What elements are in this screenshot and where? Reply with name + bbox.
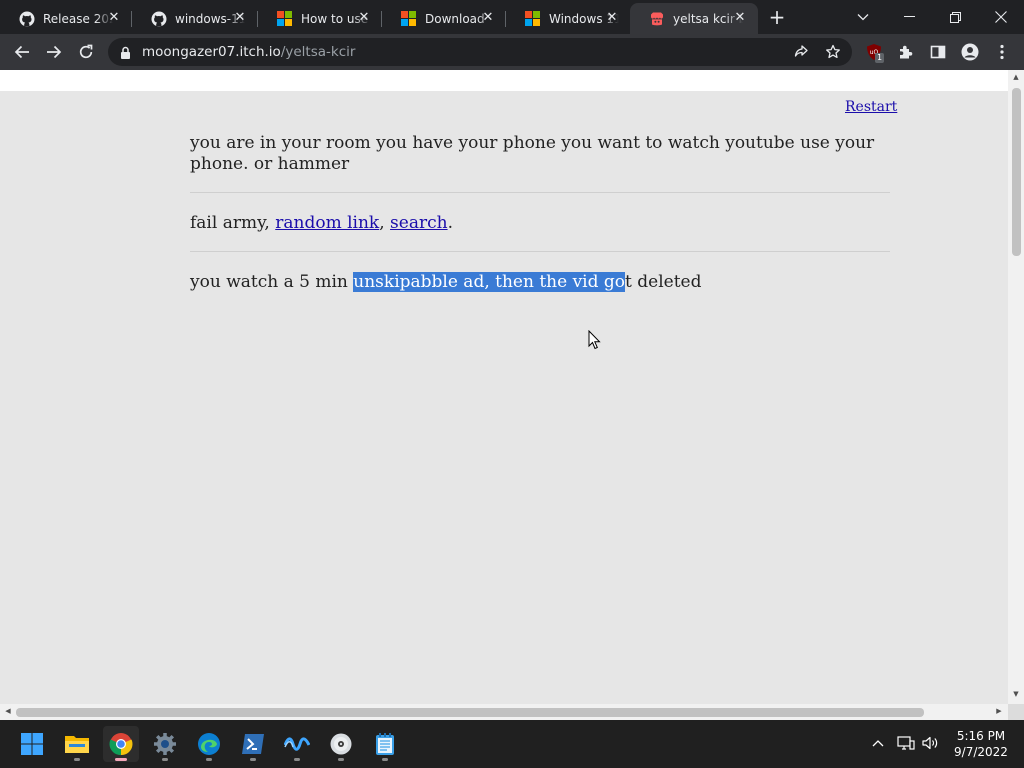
tab-search-chevron-icon[interactable] <box>840 0 886 34</box>
lock-icon[interactable] <box>120 45 131 64</box>
extensions-puzzle-icon[interactable] <box>894 40 918 64</box>
edge-icon[interactable] <box>191 726 227 762</box>
disc-icon[interactable] <box>323 726 359 762</box>
tab-download[interactable]: Download ✕ <box>382 3 506 34</box>
side-panel-icon[interactable] <box>926 40 950 64</box>
choice-prefix: fail army, <box>190 213 276 233</box>
passage-result: you watch a 5 min unskipabble ad, then t… <box>190 272 890 293</box>
forward-button[interactable] <box>42 40 66 64</box>
tab-title: Release 2022 <box>43 11 113 26</box>
file-explorer-icon[interactable] <box>59 726 95 762</box>
tab-release[interactable]: Release 2022 ✕ <box>0 3 132 34</box>
vertical-scrollbar[interactable]: ▲ ▼ <box>1008 70 1024 704</box>
monitor-app-icon[interactable] <box>279 726 315 762</box>
running-indicator <box>382 758 388 761</box>
passage-choices: fail army, random link, search. <box>190 213 890 234</box>
running-indicator <box>250 758 256 761</box>
tab-windows-repo[interactable]: windows-11 ✕ <box>132 3 258 34</box>
running-indicator <box>206 758 212 761</box>
reload-button[interactable] <box>74 40 98 64</box>
address-bar[interactable]: moongazer07.itch.io/yeltsa-kcir <box>108 38 852 66</box>
url-host: moongazer07.itch.io <box>142 44 281 60</box>
back-button[interactable] <box>10 40 34 64</box>
volume-icon[interactable] <box>920 732 940 754</box>
extension-badge: 1 <box>875 53 885 63</box>
tab-strip: Release 2022 ✕ windows-11 ✕ How to use ✕… <box>0 0 1024 34</box>
reload-icon <box>79 44 93 59</box>
story-passages: you are in your room you have your phone… <box>190 133 890 293</box>
scroll-left-icon[interactable]: ◀ <box>3 707 13 717</box>
minimize-icon[interactable] <box>886 0 932 34</box>
scroll-down-icon[interactable]: ▼ <box>1011 690 1021 700</box>
profile-avatar-icon[interactable] <box>958 40 982 64</box>
share-icon[interactable] <box>792 43 810 61</box>
github-icon <box>150 10 167 27</box>
close-tab-icon[interactable]: ✕ <box>732 10 748 26</box>
running-indicator <box>294 758 300 761</box>
close-tab-icon[interactable]: ✕ <box>480 10 496 26</box>
running-indicator <box>115 758 127 761</box>
close-tab-icon[interactable]: ✕ <box>356 10 372 26</box>
tab-how-to-use[interactable]: How to use ✕ <box>258 3 382 34</box>
vertical-scroll-thumb[interactable] <box>1012 88 1021 256</box>
choice-separator: , <box>379 213 391 233</box>
tray-chevron-up-icon[interactable] <box>868 732 888 754</box>
arrow-left-icon <box>14 45 29 59</box>
url-path: /yeltsa-kcir <box>280 44 356 60</box>
passage-divider <box>190 192 890 193</box>
selected-text: unskipabble ad, then the vid go <box>353 272 626 292</box>
notepad-icon[interactable] <box>367 726 403 762</box>
result-text-after: t deleted <box>625 272 702 292</box>
ublock-extension-icon[interactable]: uO 1 <box>862 40 886 64</box>
microsoft-logo-icon <box>400 10 417 27</box>
close-tab-icon[interactable]: ✕ <box>232 10 248 26</box>
arrow-right-icon <box>47 45 62 59</box>
network-icon[interactable] <box>896 732 916 754</box>
result-text-before: you watch a 5 min <box>190 272 354 292</box>
windows-start-icon[interactable] <box>14 726 50 762</box>
browser-toolbar: moongazer07.itch.io/yeltsa-kcir uO 1 <box>0 34 1024 70</box>
close-window-icon[interactable] <box>978 0 1024 34</box>
bookmark-star-icon[interactable] <box>824 43 842 61</box>
settings-icon[interactable] <box>147 726 183 762</box>
scroll-up-icon[interactable]: ▲ <box>1011 73 1021 83</box>
tab-yeltsa-kcir[interactable]: yeltsa kcir by ✕ <box>630 3 758 34</box>
scrollbar-corner <box>1008 704 1024 720</box>
choice-suffix: . <box>447 213 453 233</box>
github-icon <box>18 10 35 27</box>
passage-room: you are in your room you have your phone… <box>190 133 875 174</box>
page-viewport: Restart you are in your room you have yo… <box>0 70 1024 720</box>
close-tab-icon[interactable]: ✕ <box>106 10 122 26</box>
chrome-menu-icon[interactable] <box>990 40 1014 64</box>
mouse-cursor-icon <box>588 329 601 354</box>
close-tab-icon[interactable]: ✕ <box>604 10 620 26</box>
search-link[interactable]: search <box>390 213 448 233</box>
microsoft-logo-icon <box>524 10 541 27</box>
running-indicator <box>74 758 80 761</box>
system-clock[interactable]: 5:16 PM 9/7/2022 <box>948 728 1014 760</box>
terminal-icon[interactable] <box>235 726 271 762</box>
itchio-icon <box>648 10 665 27</box>
tab-windows-11[interactable]: Windows 11 ✕ <box>506 3 630 34</box>
restart-link[interactable]: Restart <box>845 99 897 115</box>
horizontal-scrollbar[interactable]: ◀ ▶ <box>0 704 1008 720</box>
clock-date: 9/7/2022 <box>954 745 1008 759</box>
passage-divider <box>190 251 890 252</box>
running-indicator <box>338 758 344 761</box>
scroll-right-icon[interactable]: ▶ <box>994 707 1004 717</box>
url-text: moongazer07.itch.io/yeltsa-kcir <box>142 44 355 60</box>
chrome-icon[interactable] <box>103 726 139 762</box>
clock-time: 5:16 PM <box>956 729 1006 743</box>
windows-taskbar: 5:16 PM 9/7/2022 <box>0 720 1024 768</box>
horizontal-scroll-thumb[interactable] <box>16 708 924 717</box>
restore-icon[interactable] <box>932 0 978 34</box>
random-link[interactable]: random link <box>275 213 379 233</box>
running-indicator <box>162 758 168 761</box>
new-tab-button[interactable]: + <box>766 6 788 28</box>
microsoft-logo-icon <box>276 10 293 27</box>
page-top-band <box>0 70 1008 91</box>
